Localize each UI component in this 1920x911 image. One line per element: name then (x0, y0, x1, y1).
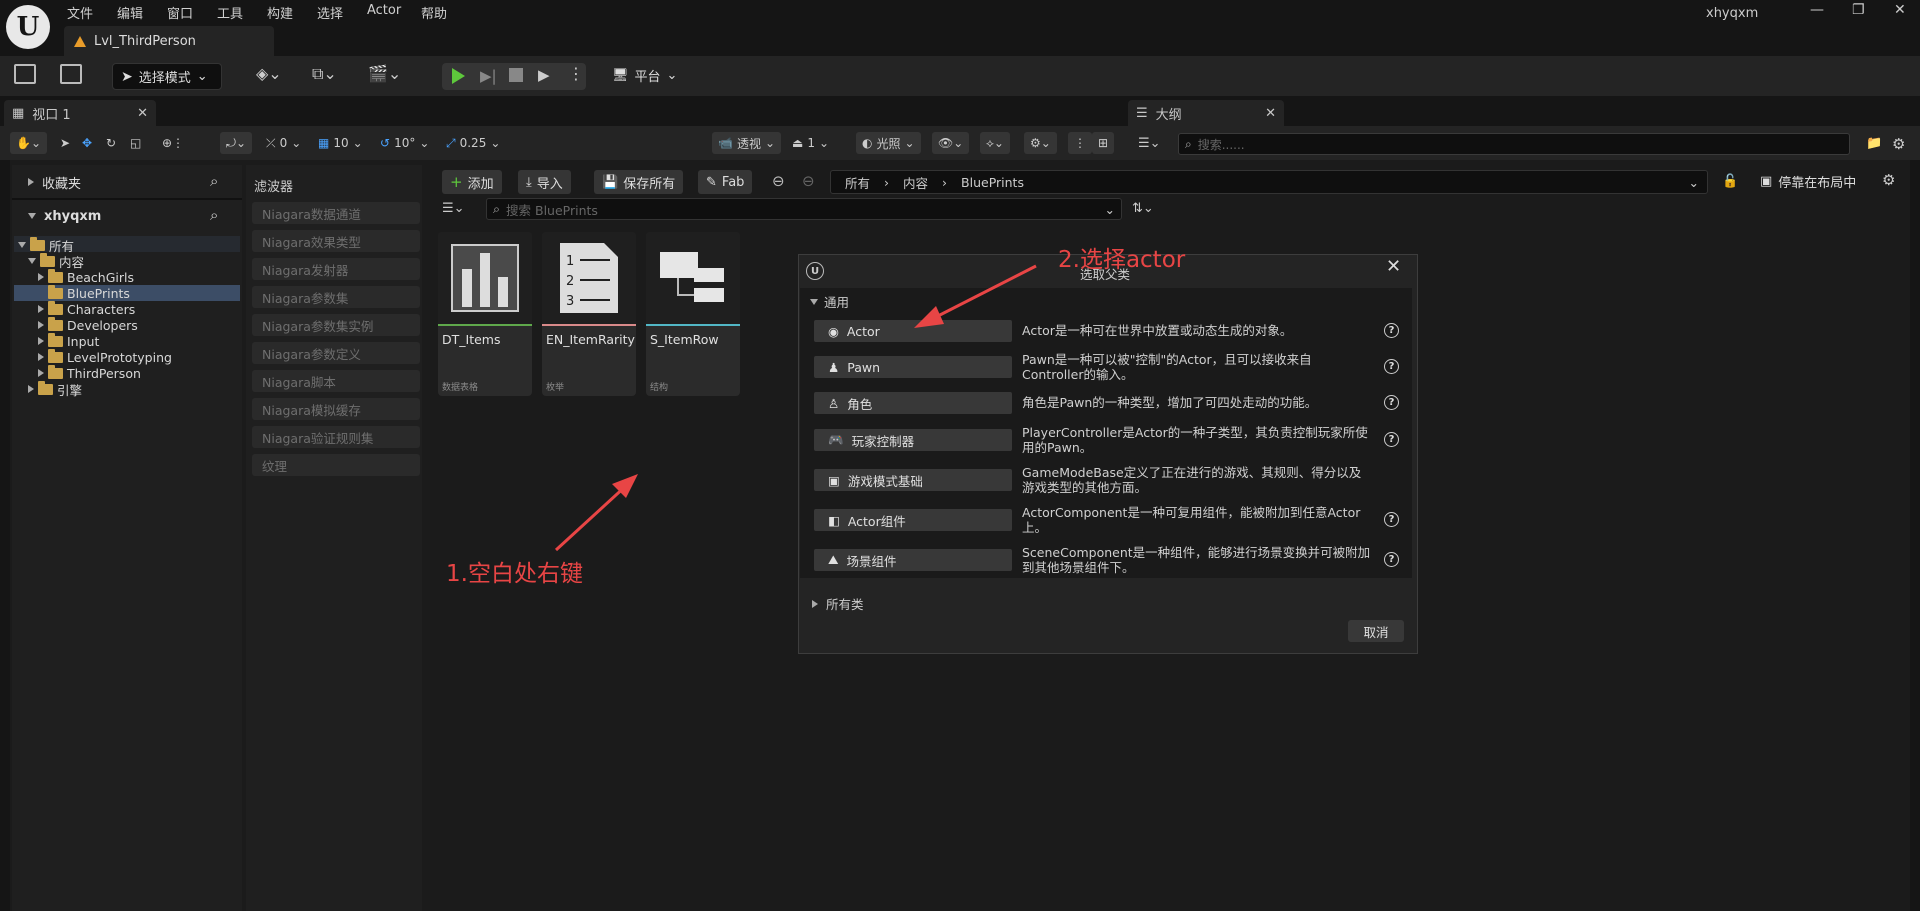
arrow-line-2 (933, 264, 1037, 320)
annotation-step2: 2.选择actor (1058, 247, 1186, 273)
arrow-head-2 (914, 306, 944, 328)
arrow-line-1 (554, 482, 630, 552)
annotation-step1: 1.空白处右键 (446, 561, 583, 587)
annotation-arrows (554, 264, 1037, 552)
